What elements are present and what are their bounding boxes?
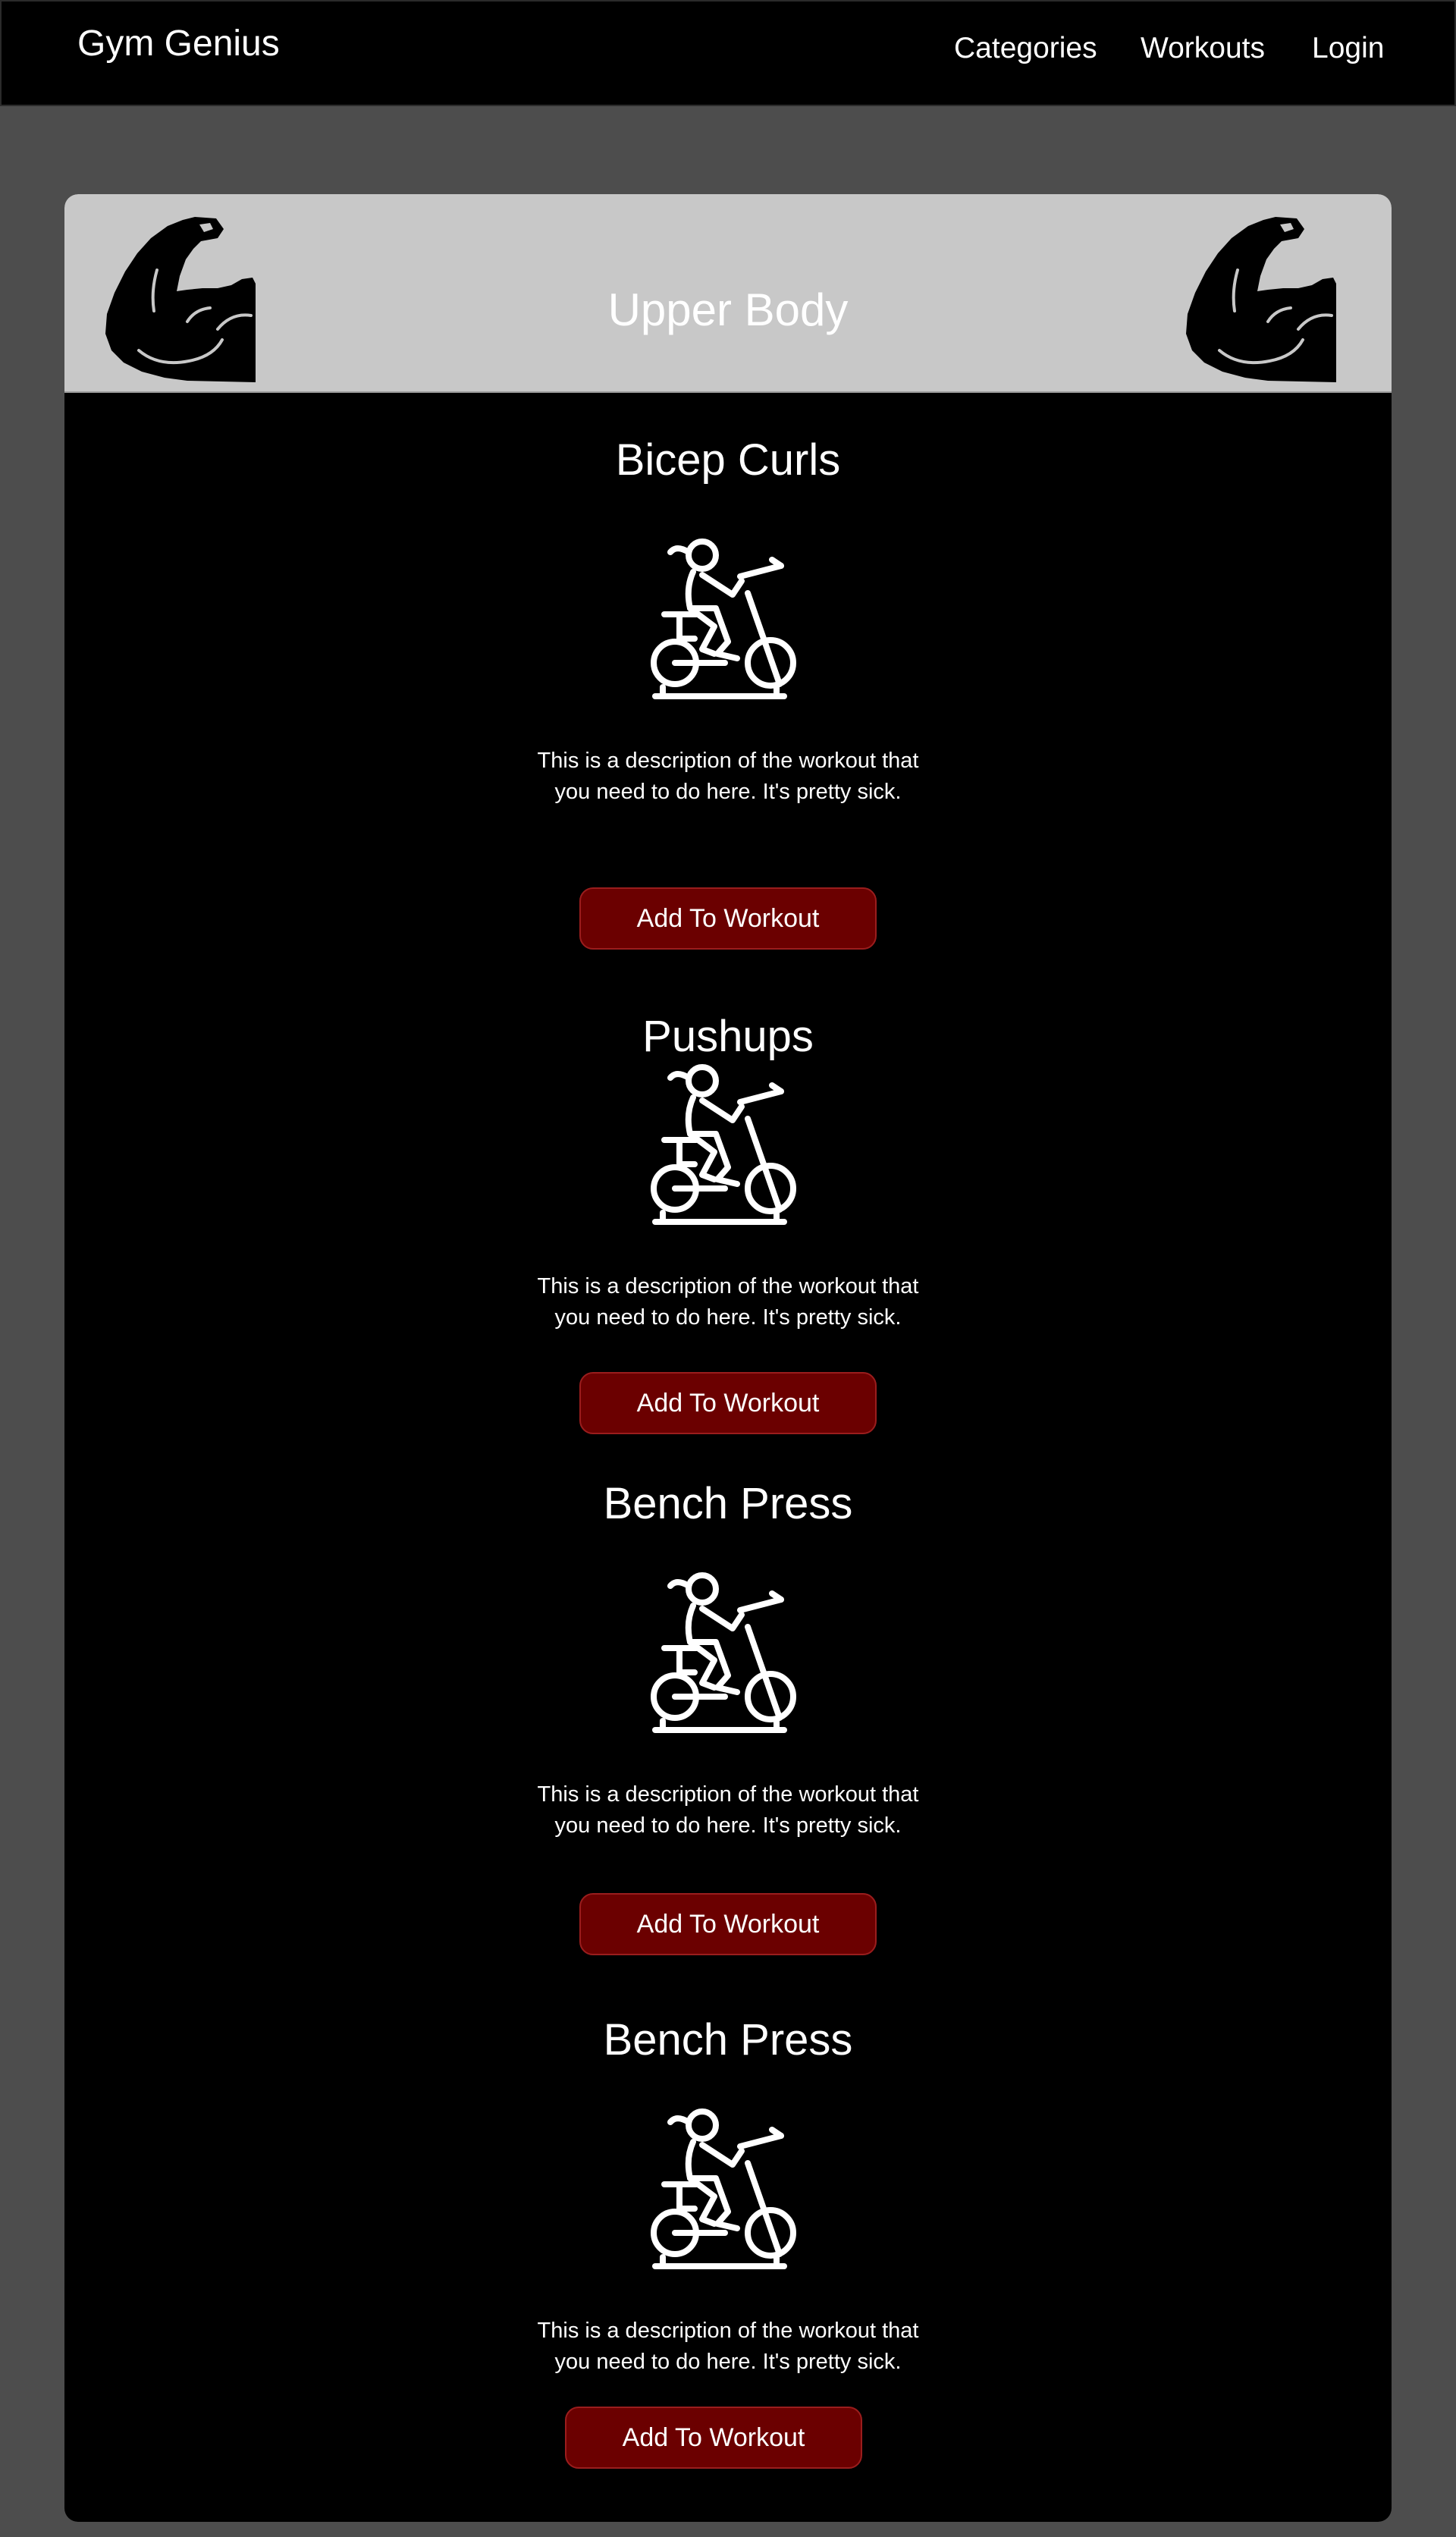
workout-title: Bench Press xyxy=(603,2015,853,2064)
category-card: Upper Body Bicep Curls This is a descrip… xyxy=(64,194,1392,2522)
workout-description: This is a description of the workout tha… xyxy=(500,1779,956,1842)
exercise-bike-icon xyxy=(649,1569,807,1736)
workout-description-line: you need to do here. It's pretty sick. xyxy=(554,1305,902,1330)
workout-description-line: This is a description of the workout tha… xyxy=(537,1782,919,1807)
nav-link-categories[interactable]: Categories xyxy=(954,29,1097,68)
brand-logo[interactable]: Gym Genius xyxy=(77,23,280,65)
add-to-workout-button[interactable]: Add To Workout xyxy=(579,1372,877,1434)
nav-link-workouts[interactable]: Workouts xyxy=(1141,29,1265,68)
navbar: Gym Genius Categories Workouts Login xyxy=(0,0,1456,106)
flexed-arm-icon xyxy=(1185,215,1355,384)
workout-description-line: This is a description of the workout tha… xyxy=(537,2319,919,2343)
exercise-bike-icon xyxy=(649,1061,807,1228)
workout-description: This is a description of the workout tha… xyxy=(500,746,956,808)
workout-description-line: This is a description of the workout tha… xyxy=(537,1274,919,1298)
workout-description: This is a description of the workout tha… xyxy=(500,2316,956,2378)
add-to-workout-button[interactable]: Add To Workout xyxy=(565,2407,862,2469)
workout-title: Bicep Curls xyxy=(615,435,841,485)
add-to-workout-button[interactable]: Add To Workout xyxy=(579,1893,877,1955)
workout-description: This is a description of the workout tha… xyxy=(500,1271,956,1333)
workout-description-line: you need to do here. It's pretty sick. xyxy=(554,1813,902,1838)
workout-description-line: you need to do here. It's pretty sick. xyxy=(554,2350,902,2374)
workout-description-line: you need to do here. It's pretty sick. xyxy=(554,780,902,804)
workout-title: Bench Press xyxy=(603,1479,853,1528)
exercise-bike-icon xyxy=(649,2105,807,2272)
workout-description-line: This is a description of the workout tha… xyxy=(537,749,919,773)
add-to-workout-button[interactable]: Add To Workout xyxy=(579,887,877,950)
workout-title: Pushups xyxy=(642,1012,814,1061)
category-header: Upper Body xyxy=(64,194,1392,393)
nav-link-login[interactable]: Login xyxy=(1312,29,1384,68)
exercise-bike-icon xyxy=(649,535,807,702)
